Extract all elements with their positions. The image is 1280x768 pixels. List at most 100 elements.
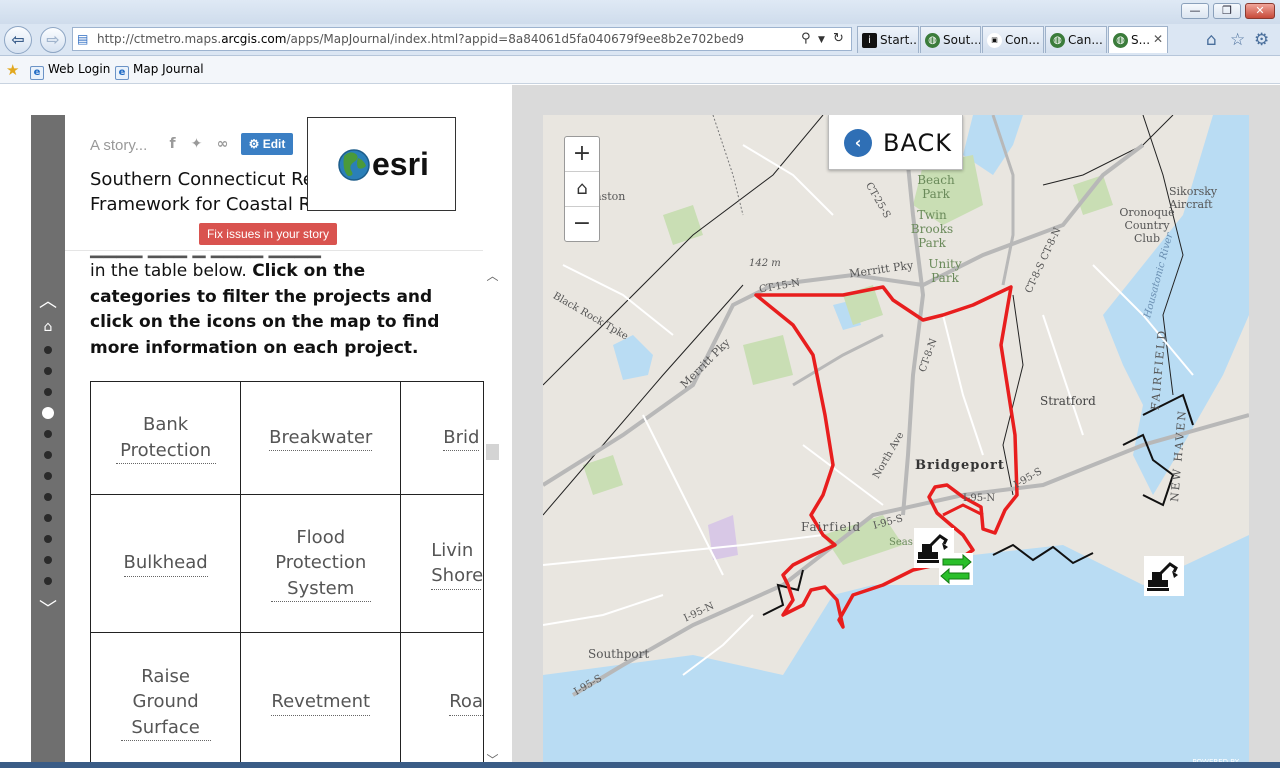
- map-label-stratford: Stratford: [1040, 394, 1096, 408]
- section-dot[interactable]: [44, 577, 52, 585]
- nav-down-arrow-icon[interactable]: ﹀: [31, 595, 65, 621]
- favorites-star-icon[interactable]: ☆: [1230, 30, 1245, 50]
- nav-up-arrow-icon[interactable]: ︿: [31, 287, 65, 313]
- browser-back-button[interactable]: ⇦: [4, 26, 32, 54]
- category-cell[interactable]: Revetment: [240, 632, 402, 768]
- refresh-icon[interactable]: ↻: [833, 31, 844, 46]
- map-panel: Bridgeport Stratford Fairfield Southport…: [512, 85, 1280, 768]
- svg-text:esri: esri: [372, 146, 429, 182]
- excavator-project-icon-east[interactable]: [1144, 556, 1184, 596]
- close-tab-icon[interactable]: ✕: [1153, 32, 1163, 46]
- section-dot[interactable]: [44, 451, 52, 459]
- address-bar[interactable]: ▤ http://ctmetro.maps.arcgis.com/apps/Ma…: [72, 27, 852, 51]
- zoom-out-button[interactable]: −: [565, 207, 599, 242]
- favorite-web-login[interactable]: e Web Login: [30, 62, 110, 80]
- category-cell[interactable]: Raise Ground Surface: [89, 632, 242, 768]
- tab-con[interactable]: ▣ Con...: [982, 26, 1044, 53]
- close-window-button[interactable]: ✕: [1245, 3, 1275, 19]
- globe-icon: ◍: [1050, 33, 1065, 48]
- category-cell[interactable]: Roa: [400, 632, 484, 768]
- esri-logo-graphic: esri: [338, 146, 429, 182]
- search-icon[interactable]: ⚲: [801, 31, 811, 46]
- globe-icon: ◍: [1113, 33, 1128, 48]
- maximize-button[interactable]: ❐: [1213, 3, 1241, 19]
- tab-southern[interactable]: ◍ Sout...: [920, 26, 981, 53]
- clipped-text-line: ▁▁▁▁ ▁▁▁ ▁ ▁▁▁▁ ▁▁▁▁: [90, 251, 321, 259]
- page-content: ︿ ⌂ ﹀ ▁▁▁▁ ▁▁▁ ▁ ▁▁▁▁ ▁▁▁▁ in the table …: [0, 85, 1280, 768]
- recycle-project-icon[interactable]: [937, 551, 975, 587]
- tab-start[interactable]: i Start...: [857, 26, 919, 53]
- section-navigation-rail: ︿ ⌂ ﹀: [31, 115, 65, 768]
- home-section-icon[interactable]: ⌂: [39, 319, 57, 335]
- category-link-living-shoreline[interactable]: Livin Shore: [431, 538, 483, 590]
- category-table: Bank Protection Breakwater Brid Bulkhead…: [89, 381, 484, 768]
- scroll-thumb[interactable]: [486, 444, 499, 460]
- favorite-map-journal[interactable]: e Map Journal: [115, 62, 204, 80]
- story-side-panel: ︿ ⌂ ﹀ ▁▁▁▁ ▁▁▁ ▁ ▁▁▁▁ ▁▁▁▁ in the table …: [0, 85, 512, 768]
- facebook-icon[interactable]: f: [165, 137, 180, 152]
- category-cell[interactable]: Breakwater: [240, 381, 402, 495]
- ie-icon: e: [115, 66, 129, 80]
- map-label-southport: Southport: [588, 647, 650, 661]
- category-link-bridge[interactable]: Brid: [443, 425, 480, 452]
- edit-button[interactable]: ⚙ Edit: [241, 133, 293, 155]
- map-label-bridgeport: Bridgeport: [915, 458, 1005, 473]
- esri-logo: esri: [307, 117, 456, 211]
- tab-can[interactable]: ◍ Can...: [1045, 26, 1107, 53]
- zoom-in-button[interactable]: +: [565, 137, 599, 172]
- map-view[interactable]: Bridgeport Stratford Fairfield Southport…: [543, 115, 1249, 768]
- category-link-raise-ground[interactable]: Raise Ground Surface: [120, 664, 211, 742]
- section-dot[interactable]: [44, 388, 52, 396]
- category-cell[interactable]: Brid: [400, 381, 484, 495]
- section-dot[interactable]: [44, 514, 52, 522]
- map-label-fairfield: Fairfield: [801, 520, 862, 534]
- category-link-bulkhead[interactable]: Bulkhead: [123, 550, 208, 577]
- section-dot[interactable]: [44, 346, 52, 354]
- map-label-i95n-2: I-95-N: [963, 493, 996, 504]
- info-icon: i: [862, 33, 877, 48]
- section-dot[interactable]: [44, 367, 52, 375]
- panel-scrollbar[interactable]: ︿ ﹀: [484, 265, 501, 768]
- browser-forward-button[interactable]: ⇨: [40, 27, 66, 53]
- link-icon[interactable]: ∞: [215, 137, 230, 152]
- settings-gear-icon[interactable]: ⚙: [1254, 30, 1269, 50]
- category-link-road[interactable]: Roa: [449, 689, 483, 716]
- home-icon[interactable]: ⌂: [1206, 30, 1217, 50]
- section-dot[interactable]: [44, 556, 52, 564]
- scroll-up-arrow-icon[interactable]: ︿: [484, 267, 501, 284]
- story-tagline: A story...: [90, 137, 148, 154]
- story-intro-text: in the table below. Click on the categor…: [90, 261, 440, 358]
- excavator-icon: [1147, 562, 1178, 591]
- exchange-arrows-icon: [939, 553, 973, 585]
- section-dot-active[interactable]: [42, 407, 54, 419]
- section-dot[interactable]: [44, 430, 52, 438]
- section-dot[interactable]: [44, 535, 52, 543]
- category-cell[interactable]: Bank Protection: [89, 381, 242, 495]
- map-back-button[interactable]: ‹ BACK: [828, 115, 963, 170]
- tab-active[interactable]: ◍ S... ✕: [1108, 26, 1168, 53]
- section-dot[interactable]: [44, 472, 52, 480]
- category-link-breakwater[interactable]: Breakwater: [269, 425, 373, 452]
- home-extent-button[interactable]: ⌂: [565, 172, 599, 207]
- story-content-scroll[interactable]: ▁▁▁▁ ▁▁▁ ▁ ▁▁▁▁ ▁▁▁▁ in the table below.…: [65, 251, 484, 768]
- url-text[interactable]: http://ctmetro.maps.arcgis.com/apps/MapJ…: [97, 32, 744, 46]
- dropdown-icon[interactable]: ▼: [818, 35, 825, 45]
- twitter-icon[interactable]: ✦: [189, 137, 204, 152]
- zoom-controls: + ⌂ −: [564, 136, 600, 242]
- category-link-flood-protection[interactable]: Flood Protection System: [270, 525, 371, 603]
- favorites-bar: ★ e Web Login e Map Journal: [0, 56, 1280, 84]
- category-link-bank-protection[interactable]: Bank Protection: [115, 412, 216, 464]
- category-cell[interactable]: Livin Shore: [400, 494, 484, 633]
- favorites-star-icon[interactable]: ★: [6, 61, 19, 79]
- table-row: Bulkhead Flood Protection System Livin S…: [89, 494, 484, 633]
- back-label: BACK: [883, 129, 952, 157]
- category-link-revetment[interactable]: Revetment: [271, 689, 371, 716]
- category-cell[interactable]: Bulkhead: [89, 494, 242, 633]
- tab-label: Start...: [880, 33, 919, 47]
- category-cell[interactable]: Flood Protection System: [240, 494, 402, 633]
- section-dot[interactable]: [44, 493, 52, 501]
- minimize-button[interactable]: —: [1181, 3, 1209, 19]
- browser-title-bar: — ❐ ✕: [0, 0, 1280, 24]
- fix-issues-button[interactable]: Fix issues in your story: [199, 223, 337, 245]
- table-row: Raise Ground Surface Revetment Roa: [89, 632, 484, 768]
